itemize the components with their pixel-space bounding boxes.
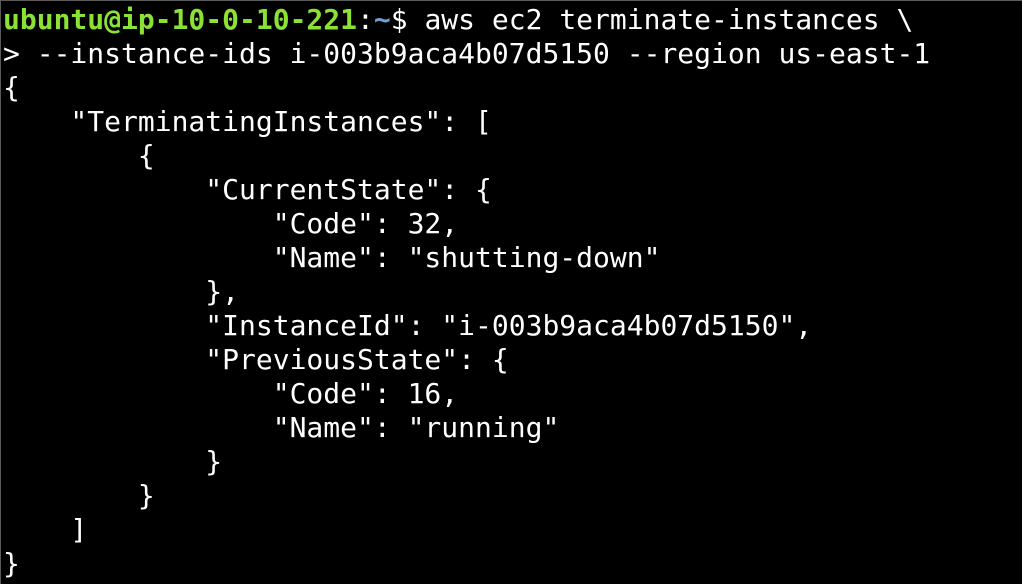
prompt-path: ~ — [373, 3, 391, 36]
prompt-user-host: ubuntu@ip-10-0-10-221 — [3, 3, 358, 36]
output-line: { — [3, 139, 155, 172]
output-line: } — [3, 479, 155, 512]
output-line: } — [3, 445, 223, 478]
output-line: { — [3, 71, 20, 104]
output-line: "PreviousState": { — [3, 343, 509, 376]
output-line: "Name": "shutting-down" — [3, 241, 661, 274]
continuation-line: > --instance-ids i-003b9aca4b07d5150 --r… — [3, 37, 931, 70]
prompt-symbol: $ — [390, 3, 425, 36]
terminal-window[interactable]: ubuntu@ip-10-0-10-221:~$ aws ec2 termina… — [0, 0, 1022, 584]
output-line: ] — [3, 513, 88, 546]
output-line: "CurrentState": { — [3, 173, 492, 206]
prompt-separator: : — [357, 3, 374, 36]
output-line: } — [3, 547, 20, 580]
output-line: "Code": 16, — [3, 377, 459, 410]
output-line: "Name": "running" — [3, 411, 560, 444]
output-line: }, — [3, 275, 240, 308]
output-line: "TerminatingInstances": [ — [3, 105, 492, 138]
output-line: "Code": 32, — [3, 207, 459, 240]
prompt-line: ubuntu@ip-10-0-10-221:~$ aws ec2 termina… — [3, 3, 1022, 37]
command-text: aws ec2 terminate-instances \ — [424, 3, 914, 36]
output-line: "InstanceId": "i-003b9aca4b07d5150", — [3, 309, 813, 342]
